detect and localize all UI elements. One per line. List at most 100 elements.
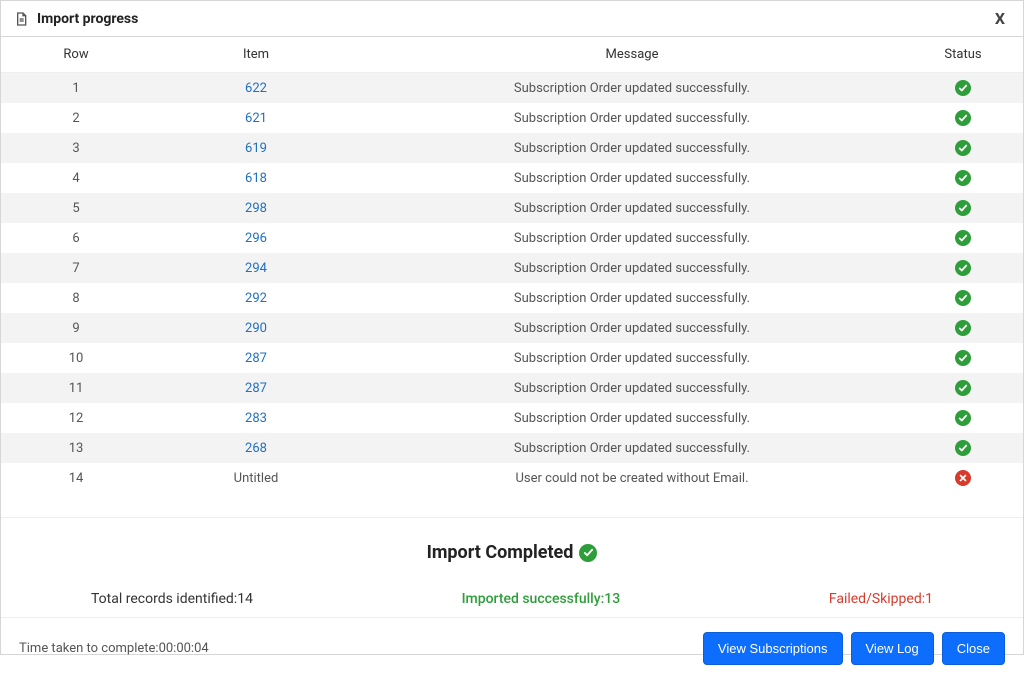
item-link[interactable]: 621 [245,111,267,126]
table-row: 6296Subscription Order updated successfu… [1,223,1023,253]
table-header-row: Row Item Message Status [1,37,1023,73]
row-message: Subscription Order updated successfully. [361,343,903,373]
item-link[interactable]: 618 [245,171,267,186]
row-item: 621 [151,103,361,133]
success-icon [955,440,971,456]
failed-value: 1 [925,591,933,607]
table-row: 13 268 Subscription Order updated successf… [1,433,1023,463]
success-icon [955,410,971,426]
table-row: 9 290 Subscription Order updated successfu… [1,313,1023,343]
row-number: 8 [1,283,151,313]
item-link[interactable]: 287 [245,381,267,396]
success-icon [955,200,971,216]
success-icon [955,290,971,306]
row-item: 619 [151,133,361,163]
success-icon [955,260,971,276]
row-message: Subscription Order updated successfully. [361,373,903,403]
time-taken-label: Time taken to complete: [19,641,159,656]
row-item: 298 [151,193,361,223]
row-status [903,163,1023,193]
success-icon [955,380,971,396]
item-link[interactable]: 619 [245,141,267,156]
row-number: 9 [1,313,151,343]
total-records-value: 14 [237,591,253,607]
table-row: 14UntitledUser could not be created with… [1,463,1023,493]
row-number: 3 [1,133,151,163]
item-link[interactable]: 622 [245,81,267,96]
table-row: 3 619 Subscription Order updated successfu… [1,133,1023,163]
table-row: 12 283 Subscription Order updated successf… [1,403,1023,433]
total-records-label: Total records identified: [91,591,237,607]
row-message: Subscription Order updated successfully. [361,313,903,343]
success-icon [955,140,971,156]
success-icon [955,230,971,246]
modal-titlebar: Import progress X [1,1,1023,37]
row-status [903,433,1023,463]
error-icon [955,470,971,486]
row-number: 11 [1,373,151,403]
imported-value: 13 [604,591,620,607]
item-link[interactable]: 298 [245,201,267,216]
item-link[interactable]: 268 [245,441,267,456]
item-link[interactable]: 292 [245,291,267,306]
row-message: Subscription Order updated successfully. [361,73,903,104]
table-row: 4618Subscription Order updated successfu… [1,163,1023,193]
row-item: 283 [151,403,361,433]
row-number: 12 [1,403,151,433]
header-item: Item [151,37,361,73]
row-message: Subscription Order updated successfully. [361,133,903,163]
view-subscriptions-button[interactable]: View Subscriptions [703,632,843,665]
row-status [903,253,1023,283]
row-number: 7 [1,253,151,283]
import-progress-modal: Import progress X Row Item Message Statu… [0,0,1024,655]
summary-section: Import Completed Total records identifie… [1,517,1023,617]
item-link[interactable]: 290 [245,321,267,336]
document-icon [13,11,29,27]
row-message: Subscription Order updated successfully. [361,433,903,463]
row-message: Subscription Order updated successfully. [361,253,903,283]
table-row: 10287Subscription Order updated successf… [1,343,1023,373]
header-message: Message [361,37,903,73]
close-footer-button[interactable]: Close [942,632,1005,665]
table-row: 1 622 Subscription Order updated successfu… [1,73,1023,104]
summary-heading: Import Completed [427,542,598,563]
summary-heading-text: Import Completed [427,542,574,563]
table-row: 2621Subscription Order updated successfu… [1,103,1023,133]
row-number: 5 [1,193,151,223]
row-message: Subscription Order updated successfully. [361,403,903,433]
row-number: 14 [1,463,151,493]
success-icon [955,350,971,366]
row-message: User could not be created without Email. [361,463,903,493]
row-status [903,403,1023,433]
view-log-button[interactable]: View Log [851,632,934,665]
row-status [903,73,1023,104]
row-number: 2 [1,103,151,133]
table-row: 8 292 Subscription Order updated successfu… [1,283,1023,313]
row-status [903,133,1023,163]
item-link[interactable]: 287 [245,351,267,366]
row-status [903,373,1023,403]
row-item: Untitled [151,463,361,493]
row-item: 294 [151,253,361,283]
total-records: Total records identified:14 [91,591,253,607]
row-item: 287 [151,373,361,403]
row-message: Subscription Order updated successfully. [361,283,903,313]
table-row: 11 287 Subscription Order updated successf… [1,373,1023,403]
time-taken: Time taken to complete:00:00:04 [19,641,703,656]
row-number: 1 [1,73,151,104]
row-status [903,223,1023,253]
failed-count: Failed/Skipped:1 [829,591,933,607]
table-row: 5 298 Subscription Order updated successfu… [1,193,1023,223]
item-link[interactable]: 296 [245,231,267,246]
row-message: Subscription Order updated successfully. [361,193,903,223]
item-link[interactable]: 283 [245,411,267,426]
failed-label: Failed/Skipped: [829,591,925,607]
row-number: 6 [1,223,151,253]
row-item: 622 [151,73,361,104]
success-icon [955,110,971,126]
item-link[interactable]: 294 [245,261,267,276]
close-button[interactable]: X [989,9,1011,28]
row-status [903,463,1023,493]
header-row: Row [1,37,151,73]
row-number: 13 [1,433,151,463]
